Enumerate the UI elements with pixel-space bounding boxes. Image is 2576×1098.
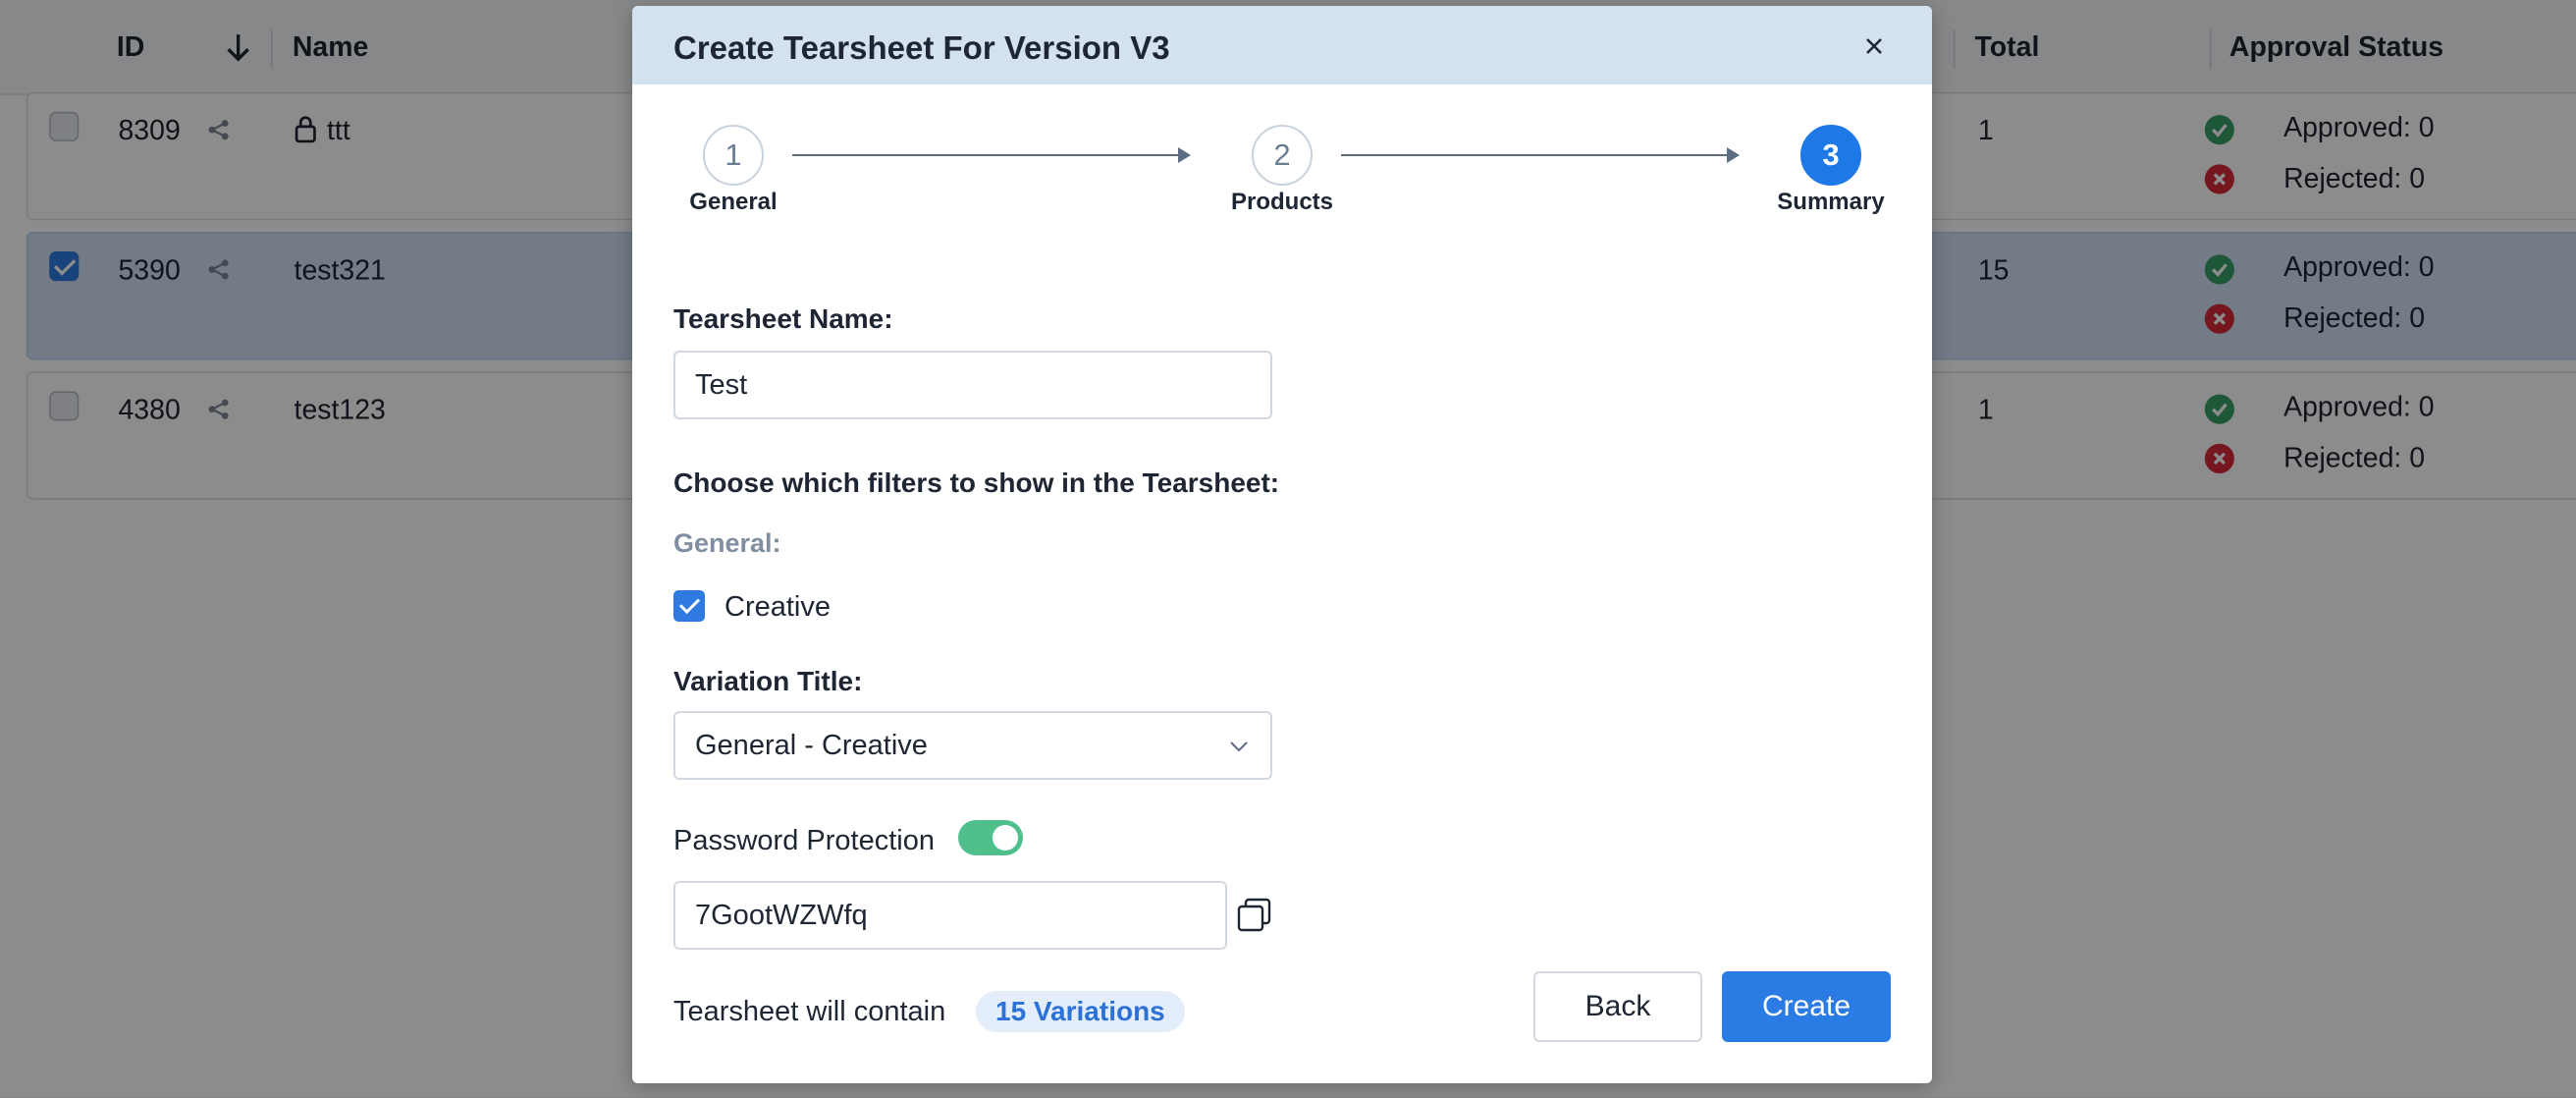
step-2-label: Products (1230, 189, 1333, 215)
general-group-label: General: (673, 528, 781, 558)
filters-label: Choose which filters to show in the Tear… (673, 467, 1280, 498)
step-1-indicator: 1 (703, 125, 764, 186)
dialog-header: Create Tearsheet For Version V3 (632, 6, 1932, 84)
create-button[interactable]: Create (1722, 971, 1891, 1042)
variation-title-select[interactable]: General - Creative (673, 711, 1272, 780)
variations-count-badge: 15 Variations (976, 991, 1185, 1032)
create-tearsheet-dialog: Create Tearsheet For Version V3 1 Genera… (632, 6, 1932, 1083)
chevron-down-icon (1230, 741, 1248, 752)
screen: ID Name Total Approval Status 8309 ttt 1… (0, 0, 2576, 1098)
creative-checkbox[interactable] (673, 590, 705, 622)
password-input[interactable] (673, 881, 1227, 950)
password-protection-label: Password Protection (673, 825, 935, 856)
step-1-label: General (689, 189, 778, 215)
step-connector (792, 154, 1180, 156)
back-button[interactable]: Back (1533, 971, 1702, 1042)
password-protection-toggle[interactable] (958, 820, 1023, 855)
step-3-indicator: 3 (1800, 125, 1861, 186)
contain-text: Tearsheet will contain (673, 996, 946, 1027)
variation-title-label: Variation Title: (673, 666, 863, 696)
creative-checkbox-label[interactable]: Creative (724, 591, 831, 624)
arrow-right-icon (1178, 147, 1191, 163)
dialog-title: Create Tearsheet For Version V3 (673, 29, 1170, 66)
close-icon[interactable] (1859, 31, 1889, 61)
arrow-right-icon (1727, 147, 1740, 163)
copy-icon[interactable] (1235, 896, 1274, 935)
step-3-label: Summary (1777, 189, 1885, 215)
tearsheet-name-label: Tearsheet Name: (673, 303, 893, 334)
tearsheet-name-input[interactable] (673, 351, 1272, 419)
step-connector (1341, 154, 1729, 156)
step-2-indicator: 2 (1252, 125, 1313, 186)
variation-title-value: General - Creative (695, 730, 928, 761)
